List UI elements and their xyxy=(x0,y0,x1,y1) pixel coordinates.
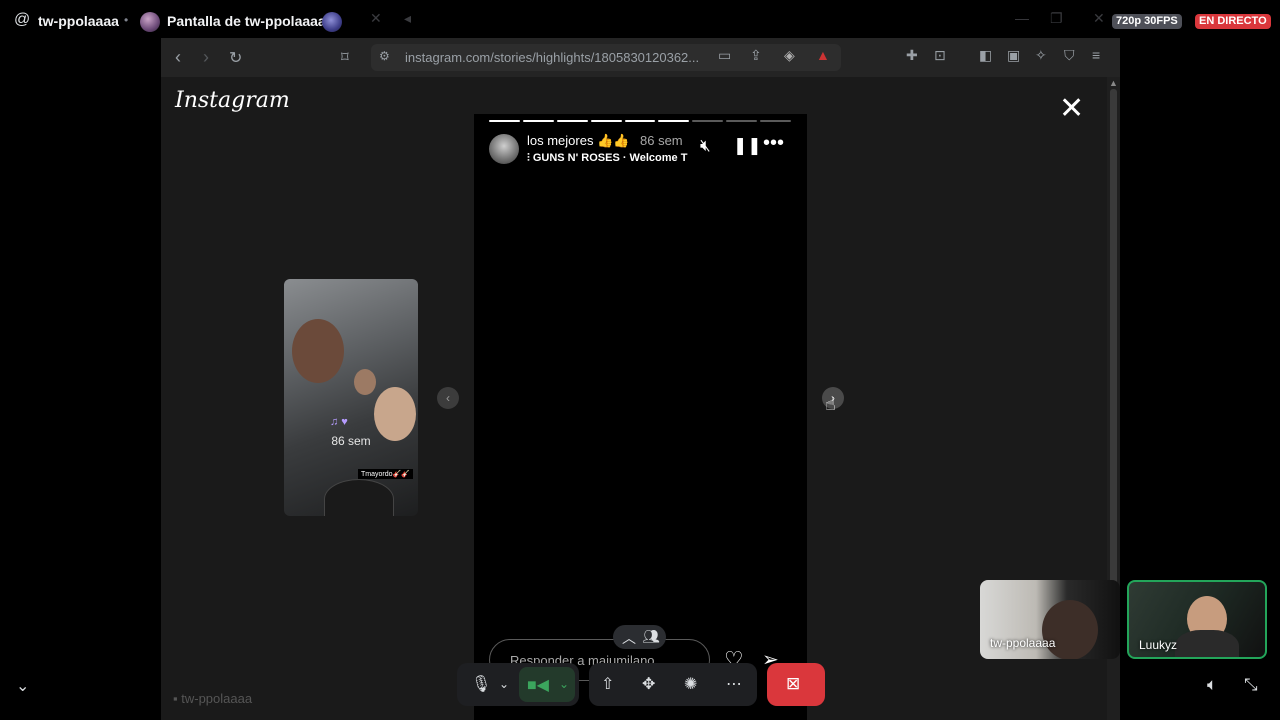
sidebar-icon[interactable]: ◧ xyxy=(979,47,992,64)
participant-body xyxy=(1175,630,1239,657)
progress-segment xyxy=(658,120,690,122)
wallet-icon[interactable]: ▣ xyxy=(1007,47,1020,64)
pause-icon[interactable]: ❚❚ xyxy=(733,136,762,156)
volume-icon[interactable]: 🔈︎ xyxy=(1207,675,1217,695)
microphone-icon[interactable]: 🎙︎ xyxy=(471,674,491,694)
vpn-icon[interactable]: ⛉ xyxy=(1064,47,1075,64)
chevron-up-icon[interactable]: ︿ xyxy=(622,628,636,648)
preview-person xyxy=(292,319,344,383)
streamer-avatar xyxy=(140,12,160,32)
back-icon[interactable]: ‹ xyxy=(175,47,181,68)
close-icon[interactable]: ✕ xyxy=(370,10,382,27)
participant-video xyxy=(1042,600,1098,659)
url-text[interactable]: instagram.com/stories/highlights/1805830… xyxy=(405,50,699,65)
story-music[interactable]: ⫶ GUNS N' ROSES · Welcome T xyxy=(527,152,689,165)
close-story-icon[interactable]: ✕ xyxy=(1059,94,1084,124)
discord-stream-view: @ tw-ppolaaaa • Pantalla de tw-ppolaaaa … xyxy=(0,0,1280,720)
preview-tag: Tmayordo🎸🎸 xyxy=(358,469,413,479)
camera-icon: ■◀ xyxy=(527,677,549,694)
participant-tile[interactable]: tw-ppolaaaa xyxy=(980,580,1120,659)
previous-story-preview[interactable]: ♫ ♥ 86 sem Tmayordo🎸🎸 xyxy=(284,279,418,516)
instagram-logo[interactable]: Instagram xyxy=(175,88,290,113)
participant-name: tw-ppolaaaa xyxy=(990,636,1056,650)
story-avatar[interactable] xyxy=(489,134,519,164)
channel-user-name[interactable]: tw-ppolaaaa xyxy=(38,13,119,29)
window-close-icon[interactable]: ✕ xyxy=(1093,10,1105,27)
share-icon[interactable]: ⇪ xyxy=(750,47,762,64)
story-music-label: GUNS N' ROSES · Welcome T xyxy=(532,152,688,164)
mic-options-chevron-icon[interactable]: ⌄ xyxy=(499,677,509,691)
screenshot-icon[interactable]: ⊡ xyxy=(934,47,946,64)
story-username[interactable]: los mejores 👍👍 xyxy=(527,133,629,149)
exit-fullscreen-icon[interactable]: ⤡ xyxy=(1244,675,1258,695)
progress-segment xyxy=(726,120,758,122)
stream-title: Pantalla de tw-ppolaaaa xyxy=(167,13,326,29)
activities-icon[interactable]: ✥ xyxy=(642,674,655,694)
stream-header: @ tw-ppolaaaa • Pantalla de tw-ppolaaaa … xyxy=(0,0,1280,42)
reload-icon[interactable]: ↻ xyxy=(229,48,242,68)
watermark-name: tw-ppolaaaa xyxy=(181,691,253,706)
bookmark-icon[interactable]: ⌑ xyxy=(341,48,349,66)
resolution-badge: 720p 30FPS xyxy=(1112,14,1182,29)
activity-controls: ⇧ ✥ ✺ ⋯ xyxy=(589,663,757,706)
leo-ai-icon[interactable]: ✧ xyxy=(1035,47,1047,64)
cast-icon[interactable]: ▭ xyxy=(718,47,731,64)
site-settings-icon[interactable]: ⚙ xyxy=(379,49,390,63)
chat-bubble-icon: ▪ xyxy=(173,691,182,706)
preview-time: 86 sem xyxy=(331,434,371,448)
end-call-button[interactable]: ⊠ xyxy=(767,663,825,706)
preview-person xyxy=(374,387,416,441)
camera-options-chevron-icon[interactable]: ⌄ xyxy=(559,677,569,691)
music-note-icon: ♫ ♥ xyxy=(330,416,348,428)
chevron-down-icon[interactable]: ⌄ xyxy=(16,676,29,696)
extensions-icon[interactable]: ✚ xyxy=(906,47,918,64)
brave-shield-icon[interactable]: ◈ xyxy=(784,47,795,64)
shared-browser-window: ‹ › ↻ ⌑ ⚙ instagram.com/stories/highligh… xyxy=(161,38,1120,720)
preview-person xyxy=(354,369,376,395)
progress-segment xyxy=(624,120,656,122)
progress-segment xyxy=(760,120,792,122)
at-icon: @ xyxy=(14,11,31,28)
scroll-thumb[interactable] xyxy=(1110,89,1117,609)
end-call-icon: ⊠ xyxy=(786,674,801,693)
minimize-icon[interactable]: — xyxy=(1015,10,1029,26)
forward-icon[interactable]: › xyxy=(203,47,209,68)
story-progress-bar xyxy=(489,120,792,122)
mute-icon[interactable]: 🔇︎ xyxy=(700,136,711,156)
share-screen-icon[interactable]: ⇧ xyxy=(601,674,614,694)
previous-story-button[interactable]: ‹ xyxy=(437,387,459,409)
progress-segment xyxy=(590,120,622,122)
expand-participants-tab[interactable]: ︿ 👥︎ xyxy=(613,625,666,649)
hand-cursor-icon: ☝ xyxy=(825,394,836,414)
members-icon[interactable]: 👥︎ xyxy=(642,628,660,645)
camera-button[interactable]: ■◀ ⌄ xyxy=(519,667,575,702)
popout-icon[interactable]: ◂ xyxy=(404,10,411,27)
progress-segment xyxy=(489,120,520,122)
progress-segment xyxy=(522,120,554,122)
participant-tile-speaking[interactable]: Luukyz xyxy=(1127,580,1267,659)
stream-watermark: ▪ tw-ppolaaaa xyxy=(173,691,252,706)
audio-video-controls: 🎙︎ ⌄ ■◀ ⌄ xyxy=(457,663,579,706)
menu-icon[interactable]: ≡ xyxy=(1092,47,1100,63)
header-separator: • xyxy=(124,13,129,27)
browser-toolbar: ‹ › ↻ ⌑ ⚙ instagram.com/stories/highligh… xyxy=(161,38,1120,77)
more-options-icon[interactable]: ••• xyxy=(763,132,784,155)
maximize-icon[interactable]: ❐ xyxy=(1050,10,1063,27)
story-time: 86 sem xyxy=(640,133,683,148)
address-bar[interactable]: ⚙ instagram.com/stories/highlights/18058… xyxy=(371,44,841,71)
scroll-up-icon[interactable]: ▲ xyxy=(1109,78,1118,88)
soundboard-icon[interactable]: ✺ xyxy=(684,674,697,694)
viewer-avatar xyxy=(322,12,342,32)
live-badge: EN DIRECTO xyxy=(1195,14,1271,29)
progress-segment xyxy=(556,120,588,122)
progress-segment xyxy=(692,120,724,122)
rewards-icon[interactable]: ▲ xyxy=(816,47,830,63)
more-icon[interactable]: ⋯ xyxy=(726,674,742,694)
participant-name: Luukyz xyxy=(1139,638,1178,652)
preview-guitar xyxy=(324,479,394,516)
